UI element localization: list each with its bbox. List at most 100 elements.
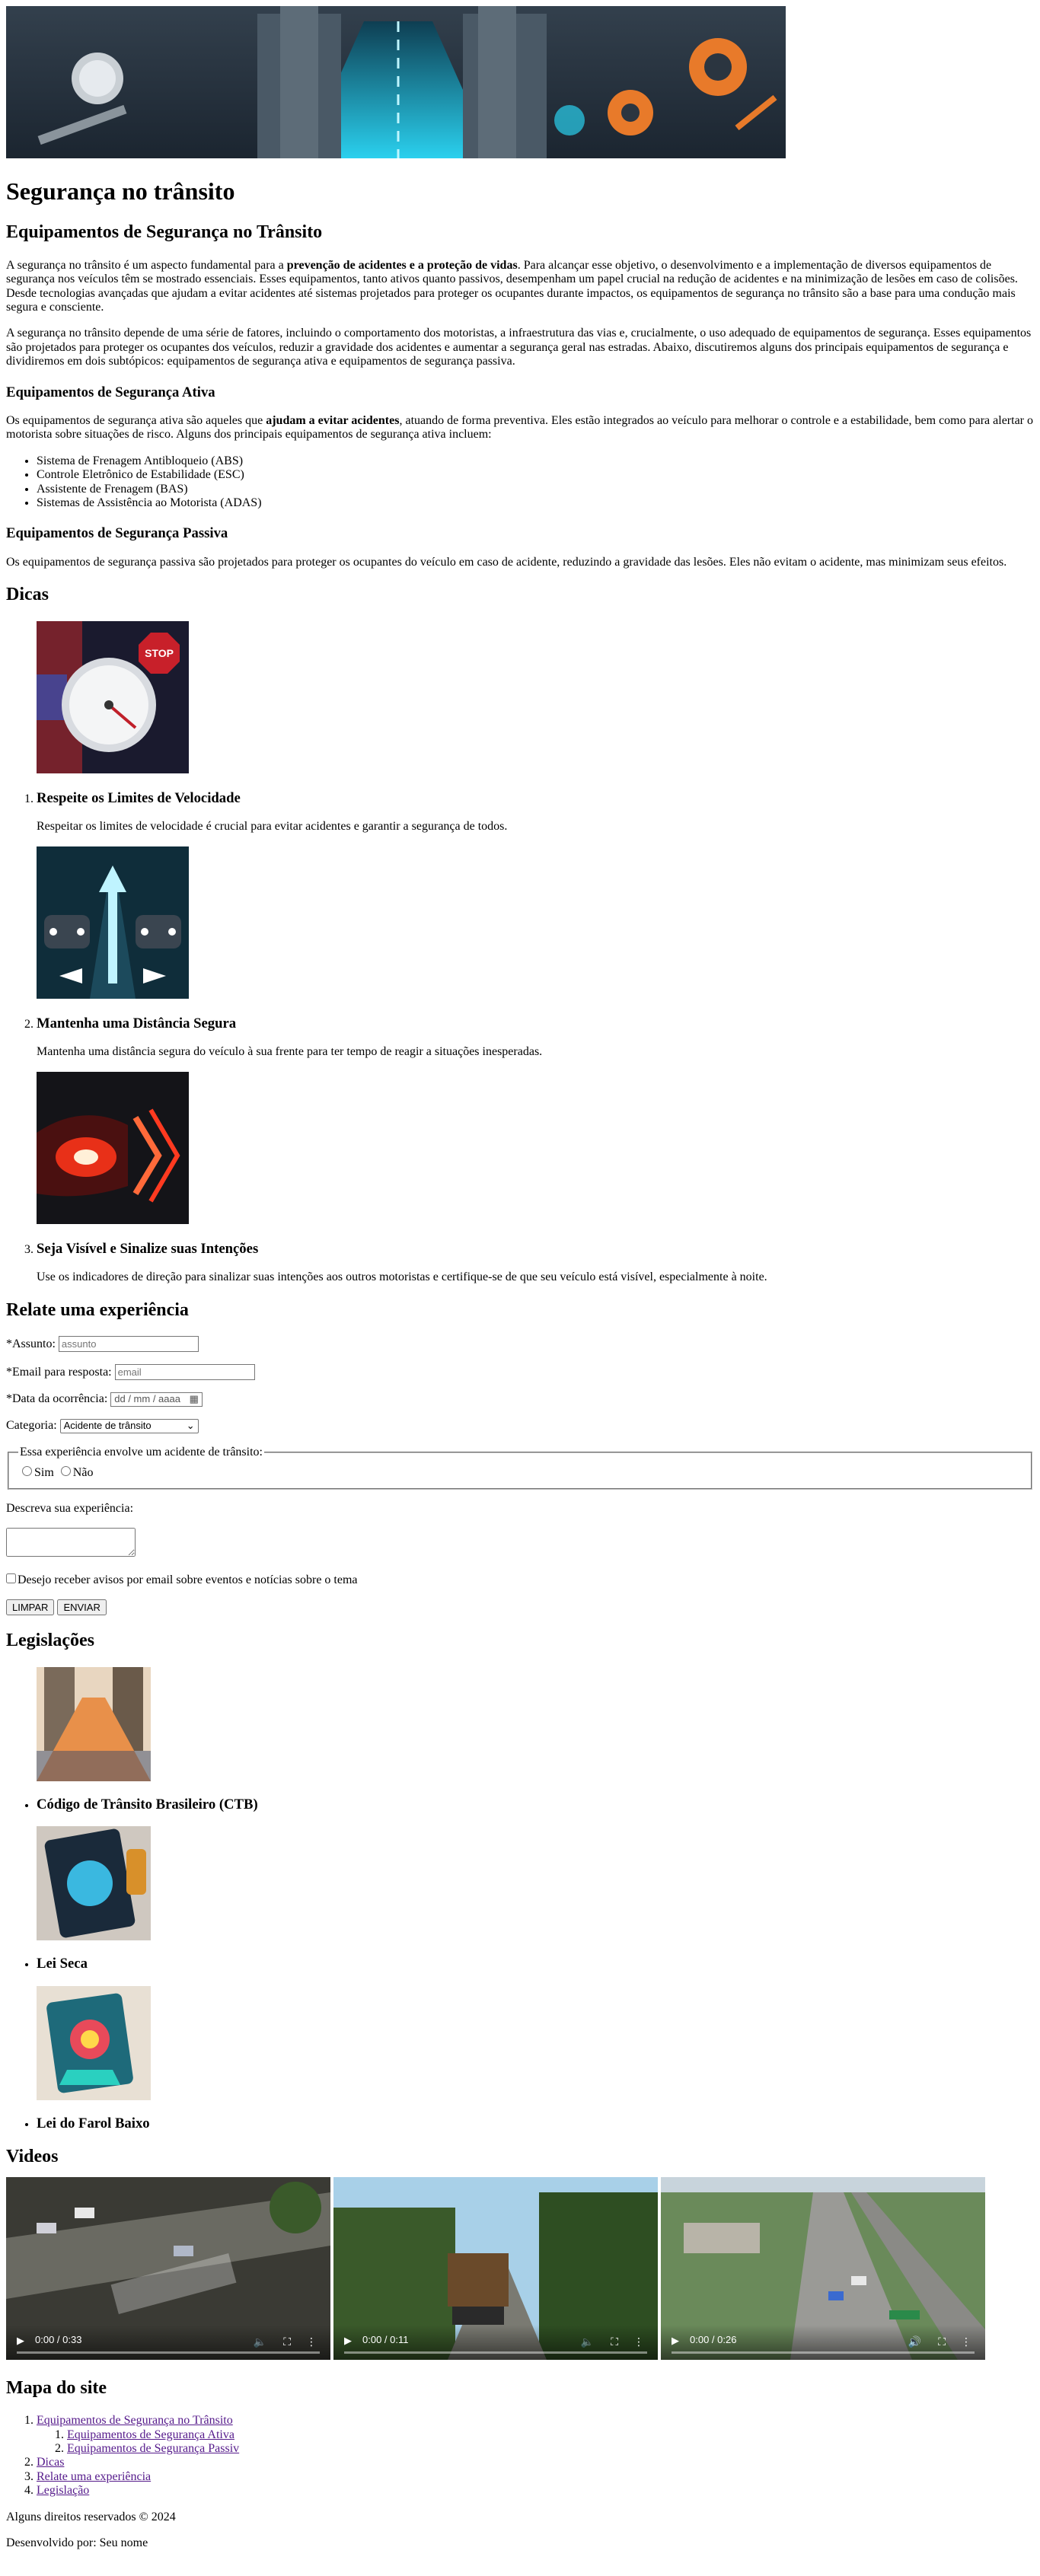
sitemap-item: Equipamentos de Segurança Passiv <box>67 2442 1034 2456</box>
list-item: Assistente de Frenagem (BAS) <box>37 483 1034 496</box>
data-label: *Data da ocorrência: <box>6 1392 108 1406</box>
ativa-bold: ajudam a evitar acidentes <box>266 414 400 428</box>
categoria-row: Categoria: Acidente de trânsito ⌄ <box>6 1419 1034 1433</box>
limpar-button[interactable]: LIMPAR <box>6 1599 55 1615</box>
legislacoes-section: Legislações Código de Trânsito Brasileir… <box>6 1631 1034 2131</box>
list-item: Lei Seca <box>37 1826 1034 1972</box>
sitemap-item: Equipamentos de Segurança Ativa <box>67 2428 1034 2442</box>
categoria-label: Categoria: <box>6 1419 57 1433</box>
textarea-row <box>6 1528 1034 1561</box>
page-title: Segurança no trânsito <box>6 177 235 206</box>
nao-option[interactable]: Não <box>57 1466 93 1479</box>
relate-heading: Relate uma experiência <box>6 1299 189 1320</box>
link-equipamentos[interactable]: Equipamentos de Segurança no Trânsito <box>37 2414 233 2427</box>
page-footer: Mapa do site Equipamentos de Segurança n… <box>6 2378 1034 2551</box>
video-player[interactable]: ▶ 0:00 / 0:33 🔈 ⛶ ⋮ <box>6 2176 330 2360</box>
video-time: 0:00 / 0:11 <box>362 2333 409 2345</box>
header-banner <box>6 6 1034 162</box>
experience-textarea[interactable] <box>6 1528 136 1557</box>
equipamentos-section: Equipamentos de Segurança no Trânsito A … <box>6 222 1034 569</box>
link-relate[interactable]: Relate uma experiência <box>37 2470 151 2483</box>
volume-icon[interactable]: 🔈 <box>254 2335 266 2348</box>
calendar-icon[interactable]: ▦ <box>190 1393 199 1404</box>
fullscreen-icon[interactable]: ⛶ <box>611 2335 618 2348</box>
dica-item: Mantenha uma Distância Segura Mantenha u… <box>37 846 1034 1060</box>
link-dicas[interactable]: Dicas <box>37 2456 64 2469</box>
link-legislacao[interactable]: Legislação <box>37 2484 89 2497</box>
intro-bold: prevenção de acidentes e a proteção de v… <box>286 258 518 272</box>
ctb-image <box>37 1666 151 1781</box>
buttons-row: LIMPAR ENVIAR <box>6 1599 1034 1615</box>
legislacao-title: Lei do Farol Baixo <box>37 2115 150 2131</box>
play-icon[interactable]: ▶ <box>672 2335 679 2347</box>
sim-option[interactable]: Sim <box>18 1466 54 1479</box>
list-item: Controle Eletrônico de Estabilidade (ESC… <box>37 468 1034 482</box>
more-options-icon[interactable]: ⋮ <box>961 2335 971 2348</box>
video-controls: ▶ 0:00 / 0:33 🔈 ⛶ ⋮ <box>6 2324 330 2360</box>
assunto-row: *Assunto: <box>6 1336 1034 1353</box>
newsletter-option[interactable]: Desejo receber avisos por email sobre ev… <box>6 1573 358 1586</box>
dica-title: Seja Visível e Sinalize suas Intenções <box>37 1240 259 1257</box>
copyright-text: Alguns direitos reservados © 2024 <box>6 2510 176 2523</box>
ativa-heading: Equipamentos de Segurança Ativa <box>6 384 215 400</box>
nao-radio[interactable] <box>60 1466 71 1477</box>
email-row: *Email para resposta: <box>6 1364 1034 1381</box>
video-controls: ▶ 0:00 / 0:26 🔊 ⛶ ⋮ <box>661 2324 985 2360</box>
sitemap-item: Equipamentos de Segurança no Trânsito Eq… <box>37 2414 1034 2456</box>
link-passiva[interactable]: Equipamentos de Segurança Passiv <box>67 2442 239 2455</box>
lei-seca-image <box>37 1826 151 1941</box>
dica-item: Seja Visível e Sinalize suas Intenções U… <box>37 1071 1034 1285</box>
date-placeholder: dd / mm / aaaa <box>114 1393 180 1405</box>
equipamentos-heading: Equipamentos de Segurança no Trânsito <box>6 222 323 243</box>
dica-text: Use os indicadores de direção para sinal… <box>37 1270 767 1284</box>
videos-heading: Videos <box>6 2147 59 2167</box>
sim-radio[interactable] <box>22 1466 32 1477</box>
video-controls: ▶ 0:00 / 0:11 🔈 ⛶ ⋮ <box>333 2324 658 2360</box>
passiva-heading: Equipamentos de Segurança Passiva <box>6 525 228 542</box>
email-field[interactable] <box>114 1364 255 1381</box>
date-input[interactable]: dd / mm / aaaa ▦ <box>110 1392 203 1408</box>
tail-light-image <box>37 1071 189 1224</box>
more-options-icon[interactable]: ⋮ <box>633 2335 644 2348</box>
dica-title: Mantenha uma Distância Segura <box>37 1015 237 1031</box>
video-time: 0:00 / 0:26 <box>690 2333 737 2345</box>
newsletter-checkbox[interactable] <box>6 1573 16 1583</box>
video-progress-bar[interactable] <box>17 2351 320 2354</box>
videos-section: Videos ▶ 0:00 / 0:33 🔈 ⛶ ⋮ ▶ 0:00 / 0:11… <box>6 2147 1034 2360</box>
dicas-heading: Dicas <box>6 585 49 605</box>
relate-section: Relate uma experiência *Assunto: *Email … <box>6 1300 1034 1615</box>
video-progress-bar[interactable] <box>672 2351 975 2354</box>
experience-form: *Assunto: *Email para resposta: *Data da… <box>6 1336 1034 1615</box>
acidente-legend: Essa experiência envolve um acidente de … <box>20 1445 263 1459</box>
link-ativa[interactable]: Equipamentos de Segurança Ativa <box>67 2428 234 2441</box>
enviar-button[interactable]: ENVIAR <box>57 1599 107 1615</box>
email-label: *Email para resposta: <box>6 1366 112 1379</box>
assunto-label: *Assunto: <box>6 1337 56 1351</box>
list-item: Lei do Farol Baixo <box>37 1985 1034 2132</box>
farol-baixo-image <box>37 1985 151 2100</box>
banner-image <box>6 6 786 158</box>
sitemap-sublist: Equipamentos de Segurança Ativa Equipame… <box>37 2428 1034 2456</box>
play-icon[interactable]: ▶ <box>17 2335 24 2347</box>
dica-item: STOP Respeite os Limites de Velocidade R… <box>37 620 1034 834</box>
volume-icon[interactable]: 🔈 <box>581 2335 594 2348</box>
more-options-icon[interactable]: ⋮ <box>306 2335 317 2348</box>
sitemap-item: Legislação <box>37 2484 1034 2498</box>
fullscreen-icon[interactable]: ⛶ <box>283 2335 291 2348</box>
play-icon[interactable]: ▶ <box>344 2335 352 2347</box>
dicas-list: STOP Respeite os Limites de Velocidade R… <box>6 620 1034 1285</box>
categoria-select[interactable]: Acidente de trânsito ⌄ <box>59 1419 199 1433</box>
video-progress-bar[interactable] <box>344 2351 647 2354</box>
list-item: Sistema de Frenagem Antibloqueio (ABS) <box>37 454 1034 468</box>
legislacao-title: Lei Seca <box>37 1956 88 1972</box>
assunto-input[interactable] <box>58 1336 199 1353</box>
video-player[interactable]: ▶ 0:00 / 0:26 🔊 ⛶ ⋮ <box>661 2176 985 2360</box>
list-item: Sistemas de Assistência ao Motorista (AD… <box>37 496 1034 510</box>
fullscreen-icon[interactable]: ⛶ <box>938 2335 946 2348</box>
equipamentos-intro: A segurança no trânsito é um aspecto fun… <box>6 259 1034 315</box>
acidente-fieldset: Essa experiência envolve um acidente de … <box>8 1445 1032 1490</box>
distance-image <box>37 846 189 999</box>
volume-icon[interactable]: 🔊 <box>908 2335 921 2348</box>
video-player[interactable]: ▶ 0:00 / 0:11 🔈 ⛶ ⋮ <box>333 2176 658 2360</box>
sitemap-list: Equipamentos de Segurança no Trânsito Eq… <box>6 2414 1034 2498</box>
